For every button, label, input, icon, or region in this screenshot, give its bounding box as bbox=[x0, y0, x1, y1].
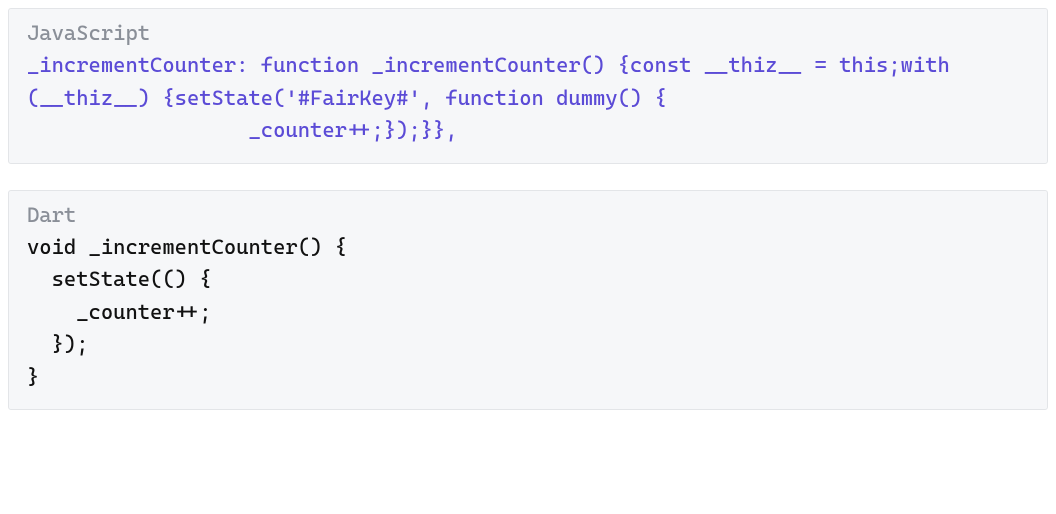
lang-label: JavaScript bbox=[27, 21, 1029, 45]
code-line: _counter++;});}}, bbox=[27, 118, 458, 142]
code-line: void _incrementCounter() { bbox=[27, 235, 347, 259]
lang-label: Dart bbox=[27, 203, 1029, 227]
code-body: void _incrementCounter() { setState(() {… bbox=[27, 231, 1029, 394]
code-line: } bbox=[27, 365, 39, 389]
code-line: }); bbox=[27, 332, 89, 356]
code-line: _incrementCounter: function _incrementCo… bbox=[27, 53, 962, 110]
code-body: _incrementCounter: function _incrementCo… bbox=[27, 49, 1029, 147]
code-block-dart: Dart void _incrementCounter() { setState… bbox=[8, 190, 1048, 411]
code-line: _counter++; bbox=[27, 300, 212, 324]
code-line: setState(() { bbox=[27, 267, 212, 291]
code-block-javascript: JavaScript _incrementCounter: function _… bbox=[8, 8, 1048, 164]
